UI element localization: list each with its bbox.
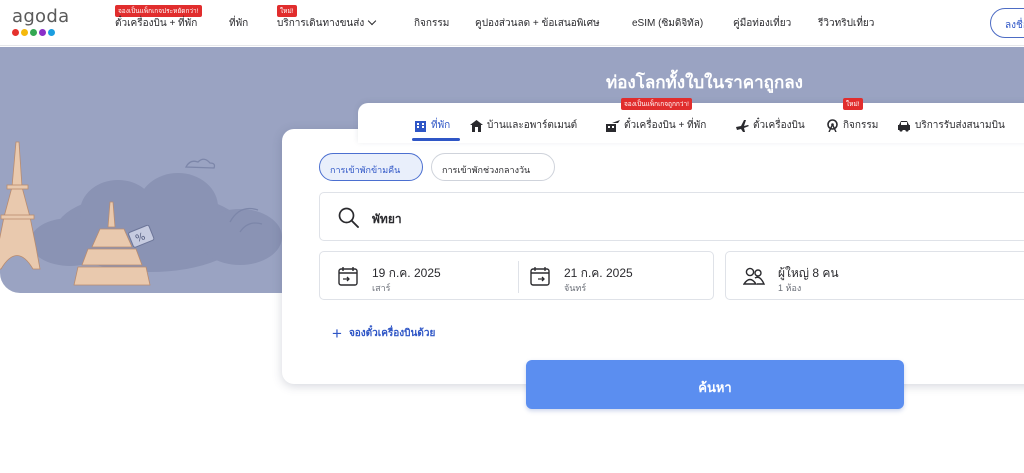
check-in-calendar-icon bbox=[338, 267, 358, 286]
active-tab-indicator bbox=[412, 138, 460, 141]
room-count: 1 ห้อง bbox=[778, 283, 802, 293]
tab-accommodation[interactable]: ที่พัก bbox=[414, 118, 450, 133]
nav-item-travel-guide[interactable]: คู่มือท่องเที่ยว bbox=[733, 16, 791, 31]
login-button[interactable]: ลงชื่อเข้าใช้ bbox=[990, 8, 1024, 38]
tab-badge-package: จองเป็นแพ็กเกจถูกกว่า! bbox=[621, 98, 692, 110]
nav-item-activities[interactable]: กิจกรรม bbox=[414, 16, 449, 31]
tab-airport-transfer[interactable]: บริการรับส่งสนามบิน bbox=[897, 118, 1005, 133]
plane-icon bbox=[736, 119, 749, 132]
tab-flight-hotel[interactable]: ตั๋วเครื่องบิน + ที่พัก bbox=[606, 118, 706, 133]
tab-badge-new: ใหม่! bbox=[843, 98, 863, 110]
nav-item-flight-hotel[interactable]: ตั๋วเครื่องบิน + ที่พัก bbox=[115, 16, 197, 31]
flight-hotel-icon bbox=[606, 119, 620, 132]
ferris-wheel-icon bbox=[827, 119, 838, 132]
tab-activities[interactable]: กิจกรรม bbox=[826, 118, 878, 133]
date-divider bbox=[518, 261, 519, 293]
destination-input[interactable]: พัทยา bbox=[319, 192, 1024, 241]
nav-item-esim[interactable]: eSIM (ซิมดิจิทัล) bbox=[632, 16, 703, 31]
tab-accommodation-label: ที่พัก bbox=[431, 120, 451, 131]
tab-flights-label: ตั๋วเครื่องบิน bbox=[753, 120, 805, 131]
nav-item-accommodation[interactable]: ที่พัก bbox=[229, 16, 248, 31]
nav-item-reviews[interactable]: รีวิวทริปเที่ยว bbox=[818, 16, 874, 31]
tab-homes-label: บ้านและอพาร์ตเมนต์ bbox=[487, 120, 578, 131]
agoda-logo[interactable]: agoda bbox=[12, 6, 72, 40]
tab-homes[interactable]: บ้านและอพาร์ตเมนต์ bbox=[470, 118, 577, 133]
stay-type-dayuse-button[interactable]: การเข้าพักช่วงกลางวัน bbox=[431, 153, 555, 181]
cloud-illustration bbox=[30, 173, 282, 272]
stay-type-overnight-button[interactable]: การเข้าพักข้ามคืน bbox=[319, 153, 423, 181]
nav-item-coupons[interactable]: คูปองส่วนลด + ข้อเสนอพิเศษ bbox=[475, 16, 600, 31]
guests-icon bbox=[743, 267, 765, 285]
search-button[interactable]: ค้นหา bbox=[526, 360, 904, 409]
tab-flights[interactable]: ตั๋วเครื่องบิน bbox=[736, 118, 805, 133]
nav-item-transport[interactable]: บริการเดินทางขนส่ง bbox=[277, 16, 377, 31]
tab-flight-hotel-label: ตั๋วเครื่องบิน + ที่พัก bbox=[624, 120, 707, 131]
nav-item-transport-label: บริการเดินทางขนส่ง bbox=[277, 18, 365, 29]
tab-airport-transfer-label: บริการรับส่งสนามบิน bbox=[915, 120, 1005, 131]
house-icon bbox=[470, 119, 483, 132]
logo-wordmark: agoda bbox=[12, 6, 70, 27]
eiffel-tower-illustration bbox=[0, 141, 41, 270]
check-out-calendar-icon bbox=[530, 267, 550, 286]
logo-dots bbox=[12, 29, 72, 36]
search-icon bbox=[338, 207, 359, 228]
top-navbar: agoda จองเป็นแพ็กเกจประหยัดกว่า! ตั๋วเคร… bbox=[0, 0, 1024, 46]
guest-selector[interactable]: ผู้ใหญ่ 8 คน 1 ห้อง bbox=[725, 251, 1024, 300]
destination-value: พัทยา bbox=[372, 212, 402, 226]
plus-icon: + bbox=[332, 323, 342, 343]
building-icon bbox=[415, 120, 426, 132]
car-icon bbox=[898, 120, 910, 132]
hero-title: ท่องโลกทั้งใบในราคาถูกลง bbox=[606, 73, 803, 92]
landmarks-illustration: % bbox=[0, 141, 282, 286]
check-in-weekday: เสาร์ bbox=[372, 283, 391, 293]
chevron-down-icon bbox=[368, 16, 377, 26]
date-range-picker[interactable]: 19 ก.ค. 2025 เสาร์ 21 ก.ค. 2025 จันทร์ bbox=[319, 251, 714, 300]
add-flight-link[interactable]: + จองตั๋วเครื่องบินด้วย bbox=[332, 323, 436, 343]
tab-activities-label: กิจกรรม bbox=[843, 120, 879, 131]
add-flight-label: จองตั๋วเครื่องบินด้วย bbox=[348, 328, 436, 339]
check-out-weekday: จันทร์ bbox=[564, 283, 587, 293]
